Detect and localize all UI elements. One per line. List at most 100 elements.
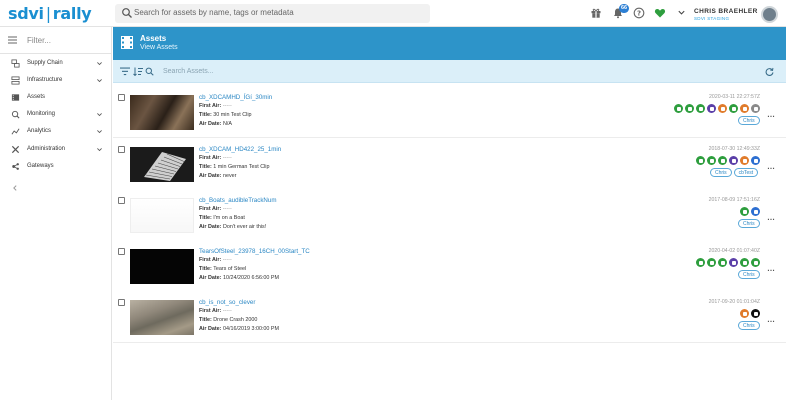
status-icon[interactable] xyxy=(696,156,705,165)
asset-first-air-line: First Air: ----- xyxy=(199,103,232,109)
logo-text-left: sdvi xyxy=(8,3,44,23)
tag-badge[interactable]: Chris xyxy=(710,168,732,177)
status-icon[interactable] xyxy=(740,258,749,267)
sidebar-item-administration[interactable]: Administration xyxy=(0,141,112,158)
status-icon[interactable] xyxy=(707,104,716,113)
asset-thumbnail[interactable] xyxy=(130,95,194,130)
asset-thumbnail[interactable] xyxy=(130,300,194,335)
sort-icon[interactable] xyxy=(133,67,143,76)
first-air-label: First Air: xyxy=(199,257,222,263)
gift-icon[interactable] xyxy=(590,7,602,19)
logo-separator: | xyxy=(45,3,51,23)
status-icon[interactable] xyxy=(751,104,760,113)
sidebar-item-monitoring[interactable]: Monitoring xyxy=(0,106,112,123)
gateways-icon xyxy=(12,163,19,170)
status-icon[interactable] xyxy=(740,156,749,165)
row-checkbox[interactable] xyxy=(118,197,125,204)
asset-date: 2018-07-30 12:49:33Z xyxy=(708,146,760,152)
sidebar-item-infrastructure[interactable]: Infrastructure xyxy=(0,72,112,89)
row-checkbox[interactable] xyxy=(118,146,125,153)
table-row[interactable]: cb_XDCAM_HD422_25_1min First Air: ----- Ti… xyxy=(113,138,786,190)
sidebar-filter[interactable]: Filter... xyxy=(0,27,112,54)
more-options-icon[interactable]: … xyxy=(767,315,775,324)
row-checkbox[interactable] xyxy=(118,299,125,306)
asset-name-link[interactable]: cb_is_not_so_clever xyxy=(199,299,255,306)
status-icon[interactable] xyxy=(751,309,760,318)
status-icon[interactable] xyxy=(751,207,760,216)
asset-thumbnail[interactable] xyxy=(130,147,194,182)
air-date-label: Air Date: xyxy=(199,172,222,179)
filter-placeholder: Filter... xyxy=(27,36,52,45)
table-row[interactable]: cb_is_not_so_clever First Air: ----- Title… xyxy=(113,291,786,343)
status-icon[interactable] xyxy=(718,258,727,267)
sidebar-item-gateways[interactable]: Gateways xyxy=(0,158,112,175)
status-icon[interactable] xyxy=(685,104,694,113)
asset-name-link[interactable]: TearsOfSteel_23978_16CH_00Start_TC xyxy=(199,248,310,255)
asset-air-date-line: Air Date: Don't ever air this! xyxy=(199,224,266,230)
asset-name-link[interactable]: cb_XDCAM_HD422_25_1min xyxy=(199,146,281,153)
more-options-icon[interactable]: … xyxy=(767,213,775,222)
more-options-icon[interactable]: … xyxy=(767,110,775,119)
collapse-sidebar-icon[interactable] xyxy=(11,184,19,192)
heart-icon[interactable] xyxy=(654,7,666,19)
user-organization: SDVI STAGING xyxy=(694,16,730,21)
asset-search-input[interactable]: Search Assets... xyxy=(163,68,214,75)
more-options-icon[interactable]: … xyxy=(767,264,775,273)
status-icon[interactable] xyxy=(674,104,683,113)
status-icon[interactable] xyxy=(718,104,727,113)
app-logo[interactable]: sdvi | rally xyxy=(8,3,92,23)
sidebar-item-supply-chain[interactable]: Supply Chain xyxy=(0,55,112,72)
status-icon[interactable] xyxy=(696,258,705,267)
asset-thumbnail[interactable] xyxy=(130,249,194,284)
tools-icon xyxy=(11,145,20,154)
title-label: Title: xyxy=(199,317,212,323)
chevron-down-icon xyxy=(97,62,102,66)
asset-name-link[interactable]: cb_XDCAMHD_ÍGí_30min xyxy=(199,94,272,101)
tag-badge[interactable]: Chris xyxy=(738,270,760,279)
hamburger-menu-icon[interactable] xyxy=(8,36,17,44)
global-search-input[interactable]: Search for assets by name, tags or metad… xyxy=(115,4,430,23)
asset-first-air-line: First Air: ----- xyxy=(199,206,232,212)
status-icon[interactable] xyxy=(729,156,738,165)
status-icon[interactable] xyxy=(740,104,749,113)
status-icon[interactable] xyxy=(707,156,716,165)
asset-thumbnail[interactable] xyxy=(130,198,194,233)
asset-title-line: Title: 1 min German Test Clip xyxy=(199,164,270,170)
refresh-icon[interactable] xyxy=(765,67,774,76)
table-row[interactable]: cb_XDCAMHD_ÍGí_30min First Air: ----- Titl… xyxy=(113,86,786,138)
filter-list-icon[interactable] xyxy=(120,67,130,76)
status-icon[interactable] xyxy=(707,258,716,267)
sidebar-item-label: Supply Chain xyxy=(27,60,63,66)
status-icon[interactable] xyxy=(729,104,738,113)
air-date-value: 04/16/2019 3:00:00 PM xyxy=(222,325,280,332)
search-icon[interactable] xyxy=(145,67,154,76)
table-row[interactable]: TearsOfSteel_23978_16CH_00Start_TC First … xyxy=(113,240,786,292)
status-icon[interactable] xyxy=(740,207,749,216)
status-icon[interactable] xyxy=(718,156,727,165)
avatar[interactable] xyxy=(761,6,778,23)
page-subtitle: View Assets xyxy=(140,44,178,51)
tag-badge[interactable]: cbTest xyxy=(733,168,759,177)
row-checkbox[interactable] xyxy=(118,248,125,255)
sidebar-item-assets[interactable]: Assets xyxy=(0,89,112,106)
title-label: Title: xyxy=(199,112,212,118)
tag-badge[interactable]: Chris xyxy=(738,321,760,330)
user-name[interactable]: CHRIS BRAEHLER xyxy=(694,8,758,15)
tag-badge[interactable]: Chris xyxy=(738,116,760,125)
sidebar-item-analytics[interactable]: Analytics xyxy=(0,123,112,140)
table-row[interactable]: cb_Boats_audibleTrackNum First Air: -----… xyxy=(113,189,786,241)
help-icon[interactable]: ? xyxy=(633,7,645,19)
more-options-icon[interactable]: … xyxy=(767,162,775,171)
status-icon[interactable] xyxy=(751,258,760,267)
status-icon[interactable] xyxy=(696,104,705,113)
status-icon[interactable] xyxy=(740,309,749,318)
status-icon[interactable] xyxy=(751,156,760,165)
first-air-value: ----- xyxy=(222,257,232,263)
status-icon[interactable] xyxy=(729,258,738,267)
sidebar-item-label: Analytics xyxy=(27,128,52,134)
chevron-down-icon[interactable] xyxy=(677,8,686,17)
row-checkbox[interactable] xyxy=(118,94,125,101)
sidebar-item-label: Assets xyxy=(27,94,46,100)
asset-name-link[interactable]: cb_Boats_audibleTrackNum xyxy=(199,197,277,204)
tag-badge[interactable]: Chris xyxy=(738,219,760,228)
